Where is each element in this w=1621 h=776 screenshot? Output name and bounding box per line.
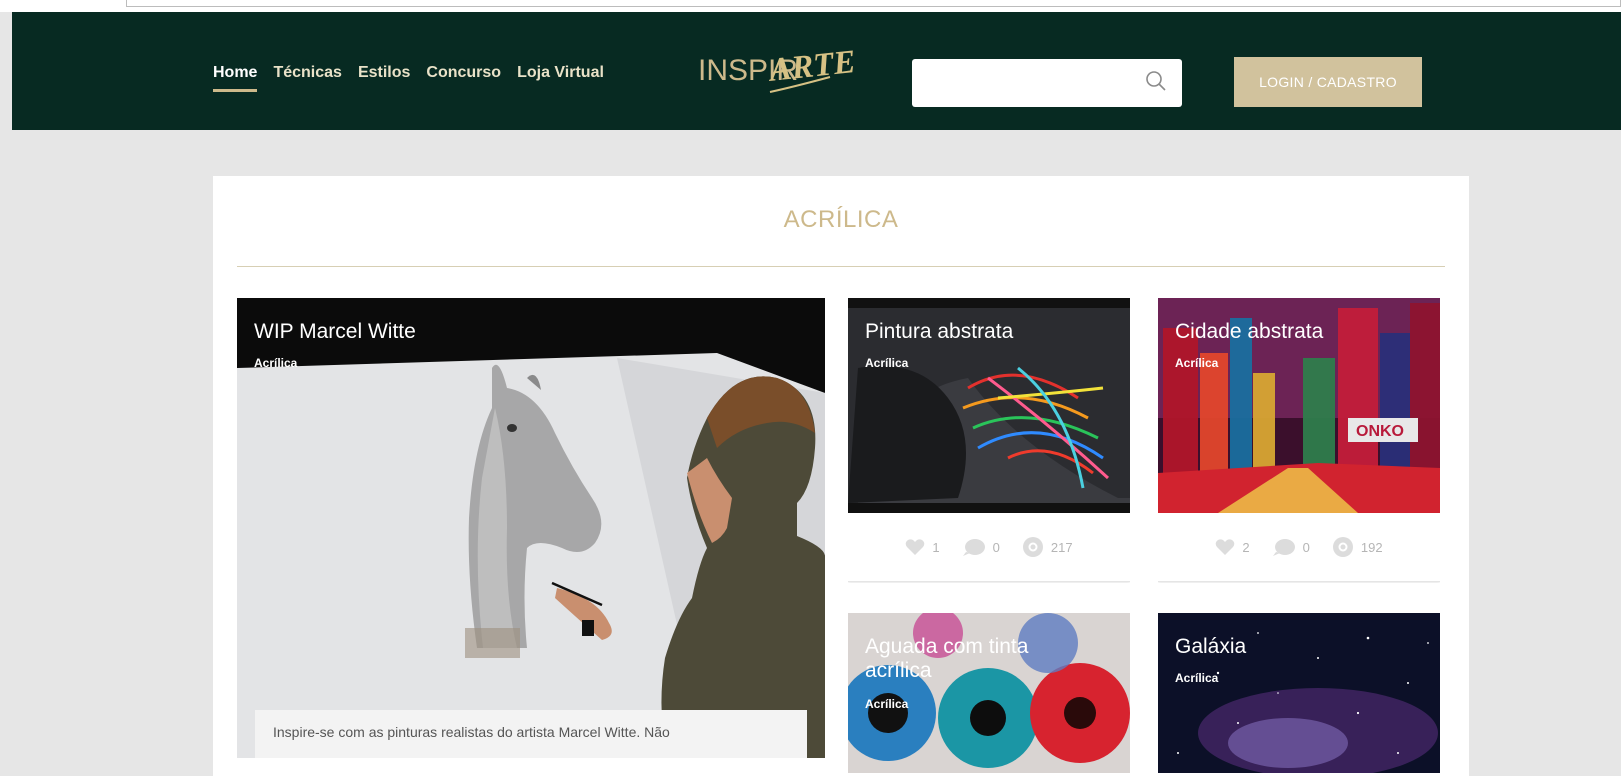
comments-count: 0 [992,539,1000,555]
likes-count: 2 [1242,539,1250,555]
views-stat: 192 [1332,536,1383,558]
heart-icon [906,539,925,555]
title-divider [237,266,1445,267]
post-card[interactable]: ONKO Cidade abstrata Acrílica 2 0 192 [1158,298,1440,583]
card-title[interactable]: Pintura abstrata [865,320,1013,344]
page-title: ACRÍLICA [783,206,899,233]
views-stat: 217 [1022,536,1073,558]
nav-item-estilos[interactable]: Estilos [358,64,410,82]
views-count: 192 [1360,539,1383,555]
card-excerpt: Inspire-se com as pinturas realistas do … [255,710,807,758]
card-category[interactable]: Acrílica [254,356,297,370]
post-card[interactable]: Pintura abstrata Acrílica 1 0 217 [848,298,1130,583]
search-box[interactable] [912,59,1182,107]
eye-icon [1332,537,1353,557]
logo-graphic: INSPIR ARTE [698,44,857,93]
nav-item-tecnicas[interactable]: Técnicas [273,64,341,82]
likes-stat[interactable]: 1 [905,538,940,556]
category-panel: ACRÍLICA WIP Marcel Witte Acrílica Inspi… [213,176,1469,776]
card-category[interactable]: Acrílica [865,356,908,370]
card-category[interactable]: Acrílica [865,697,908,711]
card-category[interactable]: Acrílica [1175,671,1218,685]
likes-count: 1 [932,539,940,555]
comments-stat[interactable]: 0 [1272,538,1310,556]
nav-item-home[interactable]: Home [213,64,258,92]
comment-icon [1272,539,1295,556]
address-bar-edge [126,0,1621,7]
login-signup-button[interactable]: LOGIN / CADASTRO [1234,57,1422,107]
search-input[interactable] [922,69,1136,99]
post-card[interactable]: Galáxia Acrílica [1158,613,1440,773]
card-title[interactable]: WIP Marcel Witte [254,320,416,344]
eye-icon [1022,537,1043,557]
nav-item-loja-virtual[interactable]: Loja Virtual [517,64,604,82]
card-category[interactable]: Acrílica [1175,356,1218,370]
card-title[interactable]: Aguada com tinta acrílica [865,635,1085,683]
card-stats: 1 0 217 [848,513,1130,582]
card-stats: 2 0 192 [1158,513,1440,582]
svg-text:ONKO: ONKO [1356,423,1404,440]
views-count: 217 [1050,539,1073,555]
card-title[interactable]: Cidade abstrata [1175,320,1323,344]
featured-post-card[interactable]: WIP Marcel Witte Acrílica Inspire-se com… [237,298,825,758]
site-header: Home Técnicas Estilos Concurso Loja Virt… [12,12,1621,130]
main-nav: Home Técnicas Estilos Concurso Loja Virt… [213,64,620,92]
comments-stat[interactable]: 0 [962,538,1000,556]
search-icon[interactable] [1144,69,1168,93]
comment-icon [962,539,985,556]
nav-item-concurso[interactable]: Concurso [426,64,501,82]
featured-post-image [237,298,825,758]
likes-stat[interactable]: 2 [1215,538,1250,556]
browser-top-strip [0,0,1621,12]
site-logo[interactable]: INSPIR ARTE [698,42,858,102]
post-card[interactable]: Aguada com tinta acrílica Acrílica [848,613,1130,773]
card-title[interactable]: Galáxia [1175,635,1246,659]
heart-icon [1216,539,1235,555]
comments-count: 0 [1302,539,1310,555]
